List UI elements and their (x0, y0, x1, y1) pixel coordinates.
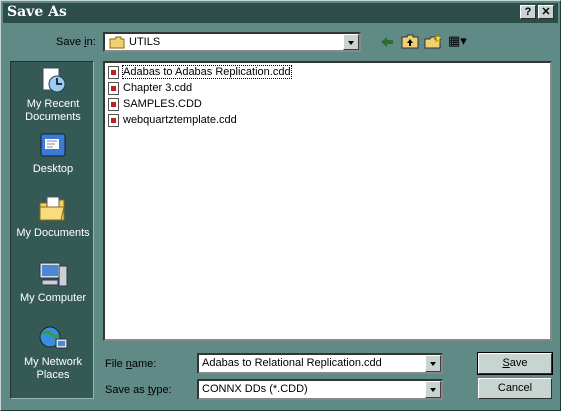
my-computer-icon (39, 262, 68, 287)
file-list[interactable]: Adabas to Adabas Replication.cdd Chapter… (103, 61, 552, 341)
back-arrow-icon[interactable] (379, 35, 395, 49)
my-documents-icon (39, 196, 65, 221)
save-as-dialog: Save As ? ✕ Save in: UTILS ▦▾ My Recent D… (0, 0, 561, 411)
save-in-dropdown[interactable]: UTILS (103, 32, 361, 52)
cdd-file-icon (108, 66, 119, 79)
save-as-type-dropdown[interactable]: CONNX DDs (*.CDD) (197, 379, 443, 400)
cancel-button[interactable]: Cancel (478, 378, 552, 399)
chevron-down-icon[interactable] (425, 355, 441, 372)
save-in-label: Save in: (56, 36, 96, 48)
chevron-down-icon[interactable] (343, 34, 359, 50)
save-as-type-label: Save as type: (105, 384, 172, 396)
cdd-file-icon (108, 82, 119, 95)
recent-documents-icon (42, 67, 66, 93)
up-folder-icon[interactable] (401, 34, 419, 49)
close-button[interactable]: ✕ (538, 5, 554, 19)
views-menu-icon[interactable]: ▦▾ (448, 33, 467, 49)
network-places-icon (39, 326, 68, 349)
place-my-recent-documents[interactable]: My Recent Documents (11, 66, 95, 124)
title-bar: Save As ? ✕ (3, 3, 558, 23)
cdd-file-icon (108, 98, 119, 111)
help-button[interactable]: ? (520, 5, 536, 19)
new-folder-icon[interactable] (424, 34, 442, 49)
save-button[interactable]: Save (477, 352, 553, 375)
dialog-title: Save As (7, 4, 67, 20)
file-name-label: File name: (105, 358, 157, 370)
save-in-value: UTILS (129, 36, 161, 48)
save-as-type-value: CONNX DDs (*.CDD) (202, 383, 308, 395)
place-desktop[interactable]: Desktop (11, 131, 95, 176)
places-bar: My RecentDocuments Desktop My Documents (10, 61, 94, 399)
folder-icon (109, 36, 125, 49)
file-name-value: Adabas to Relational Replication.cdd (202, 357, 382, 369)
chevron-down-icon[interactable] (425, 381, 441, 398)
cdd-file-icon (108, 114, 119, 127)
place-my-computer[interactable]: My Computer (11, 260, 95, 305)
place-my-network-places[interactable]: My Network Places (11, 324, 95, 382)
place-my-documents[interactable]: My Documents (11, 195, 95, 240)
file-name-input[interactable]: Adabas to Relational Replication.cdd (197, 353, 443, 374)
desktop-icon (40, 133, 66, 157)
